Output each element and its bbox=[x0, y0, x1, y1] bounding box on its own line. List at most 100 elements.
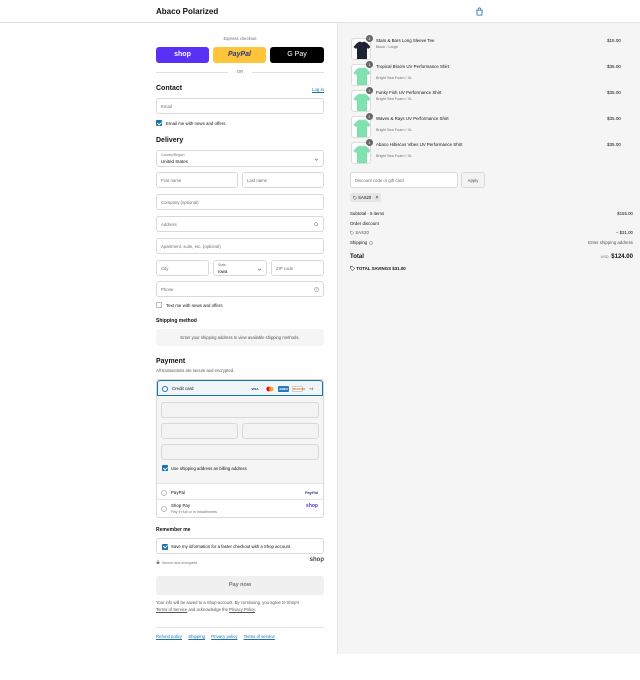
email-news-label: Email me with news and offers bbox=[166, 120, 226, 126]
paypal-button[interactable]: PayPal bbox=[213, 47, 266, 63]
login-link[interactable]: Log in bbox=[312, 87, 324, 92]
cart-item: 1 Stars & Bars Long Sleeve Tee Black / Lar… bbox=[351, 35, 633, 60]
country-value: United States bbox=[161, 159, 189, 164]
paypal-radio[interactable] bbox=[161, 489, 167, 496]
legal-text-part1: Your info will be saved to a Shop accoun… bbox=[156, 600, 300, 605]
product-variant: Bright Sea Foam / XL bbox=[376, 96, 413, 101]
shop-pay-radio[interactable] bbox=[161, 505, 167, 512]
expiration-field[interactable] bbox=[161, 423, 238, 439]
credit-card-form: Use shipping address as billing address bbox=[157, 396, 323, 484]
product-price: $35.00 bbox=[606, 142, 621, 147]
last-name-field[interactable]: Last name bbox=[242, 172, 324, 188]
shop-pay-option[interactable]: Shop Pay Pay in full or in installments … bbox=[157, 500, 323, 517]
lock-icon bbox=[156, 560, 160, 564]
cart-item: 1 Funky Fish UV Performance Shirt Bright S… bbox=[351, 87, 633, 112]
product-variant: Bright Sea Foam / XL bbox=[376, 128, 413, 132]
zip-field[interactable]: ZIP code bbox=[271, 260, 324, 276]
phone-placeholder: Phone bbox=[161, 287, 174, 292]
remember-me-heading: Remember me bbox=[156, 527, 191, 533]
refund-policy-link[interactable]: Refund policy bbox=[156, 634, 182, 639]
shop-pay-button[interactable]: shop bbox=[156, 47, 209, 63]
order-summary: 1 Stars & Bars Long Sleeve Tee Black / Lar… bbox=[337, 23, 640, 654]
company-placeholder: Company (optional) bbox=[161, 200, 199, 205]
contact-heading: Contact bbox=[156, 85, 183, 92]
billing-same-checkbox[interactable] bbox=[162, 465, 168, 471]
payment-options: Credit card VISA AMEX DISCOVER +4 Use sh… bbox=[156, 379, 324, 518]
address-field[interactable]: Address bbox=[156, 216, 324, 232]
brand-logo[interactable]: Abaco Polarized bbox=[156, 7, 218, 16]
shopping-bag-icon[interactable] bbox=[475, 7, 484, 16]
savings-value: $31.00 bbox=[392, 266, 406, 271]
apartment-placeholder: Apartment, suite, etc. (optional) bbox=[161, 244, 221, 249]
first-name-field[interactable]: First name bbox=[156, 172, 238, 188]
cart-item: 1 Waves & Rays UV Performance Shirt Bright… bbox=[351, 113, 633, 138]
pay-now-button[interactable]: Pay now bbox=[156, 576, 324, 595]
credit-card-option[interactable]: Credit card VISA AMEX DISCOVER +4 bbox=[157, 380, 323, 396]
visa-icon: VISA bbox=[251, 387, 259, 391]
discover-icon: DISCOVER bbox=[292, 386, 305, 392]
card-number-field[interactable] bbox=[161, 402, 319, 418]
company-field[interactable]: Company (optional) bbox=[156, 194, 324, 210]
quantity-badge: 1 bbox=[366, 139, 373, 146]
paypal-logo: PayPal bbox=[228, 51, 251, 58]
quantity-badge: 1 bbox=[366, 35, 373, 42]
privacy-link[interactable]: Privacy Policy bbox=[229, 607, 255, 612]
help-icon[interactable]: ? bbox=[314, 287, 319, 292]
terms-of-service-link[interactable]: Terms of service bbox=[244, 634, 275, 639]
product-price: $15.00 bbox=[606, 38, 621, 43]
apply-button[interactable]: Apply bbox=[461, 172, 485, 188]
apartment-field[interactable]: Apartment, suite, etc. (optional) bbox=[156, 238, 324, 254]
shipping-policy-link[interactable]: Shipping bbox=[188, 634, 205, 639]
mastercard-icon bbox=[265, 386, 275, 392]
credit-card-radio[interactable] bbox=[162, 385, 168, 392]
product-name: Funky Fish UV Performance Shirt bbox=[376, 90, 442, 95]
state-select[interactable]: State Iowa bbox=[213, 260, 267, 276]
quantity-badge: 1 bbox=[366, 61, 373, 68]
total-label: Total bbox=[350, 254, 364, 260]
discount-value: − $31.00 bbox=[615, 230, 633, 235]
divider-right bbox=[252, 72, 324, 73]
privacy-policy-link[interactable]: Privacy policy bbox=[211, 634, 237, 639]
legal-text-part2: and acknowledge the bbox=[187, 606, 230, 612]
shipping-value: Enter shipping address bbox=[588, 240, 633, 245]
paypal-option-logo: PayPal bbox=[304, 490, 318, 495]
tag-icon bbox=[353, 195, 357, 200]
product-variant: Black / Large bbox=[376, 44, 399, 49]
phone-field[interactable]: Phone ? bbox=[156, 281, 324, 297]
discount-tag: SAS20 × bbox=[350, 193, 382, 202]
quantity-badge: 1 bbox=[366, 87, 373, 94]
city-field[interactable]: City bbox=[156, 260, 209, 276]
terms-link[interactable]: Terms of Service bbox=[156, 607, 187, 612]
shipping-row: Shipping ? Enter shipping address bbox=[350, 240, 633, 245]
text-me-checkbox[interactable] bbox=[156, 302, 162, 308]
savings-row: TOTAL SAVINGS $31.00 bbox=[350, 266, 633, 271]
name-on-card-field[interactable] bbox=[161, 444, 319, 460]
paypal-option[interactable]: PayPal PayPal bbox=[157, 485, 323, 500]
billing-same-label: Use shipping address as billing address bbox=[171, 465, 247, 471]
product-variant: Bright Sea Foam / XL bbox=[376, 154, 413, 158]
product-name: Tropical Bloom UV Performance Shirt bbox=[376, 64, 450, 69]
subtotal-value: $155.00 bbox=[617, 211, 633, 216]
google-pay-button[interactable]: G Pay bbox=[270, 47, 324, 63]
email-news-checkbox[interactable] bbox=[156, 120, 162, 126]
total-value: $124.00 bbox=[611, 254, 633, 260]
chevron-down-icon bbox=[314, 158, 319, 161]
divider-left bbox=[156, 72, 228, 73]
quantity-badge: 1 bbox=[366, 113, 373, 120]
shirt-image bbox=[353, 145, 370, 163]
secure-label: Secure and encrypted bbox=[162, 560, 198, 565]
shop-pay-subtitle: Pay in full or in installments bbox=[171, 509, 218, 514]
info-icon[interactable]: ? bbox=[369, 240, 374, 245]
country-select[interactable]: Country/Region United States bbox=[156, 150, 324, 167]
remove-discount-icon[interactable]: × bbox=[375, 195, 378, 201]
first-name-placeholder: First name bbox=[161, 178, 182, 183]
discount-code-field[interactable]: Discount code or gift card bbox=[350, 172, 458, 188]
shipping-method-message: Enter your shipping address to view avai… bbox=[156, 329, 324, 346]
product-variant: Bright Sea Foam / XL bbox=[376, 76, 413, 80]
discount-code-applied: SAS20 bbox=[355, 230, 369, 235]
svg-text:?: ? bbox=[371, 242, 373, 244]
email-field[interactable]: Email bbox=[156, 98, 324, 114]
save-info-checkbox[interactable] bbox=[162, 543, 168, 550]
footer-links: Refund policy Shipping Privacy policy Te… bbox=[156, 634, 275, 639]
security-code-field[interactable] bbox=[242, 423, 319, 439]
